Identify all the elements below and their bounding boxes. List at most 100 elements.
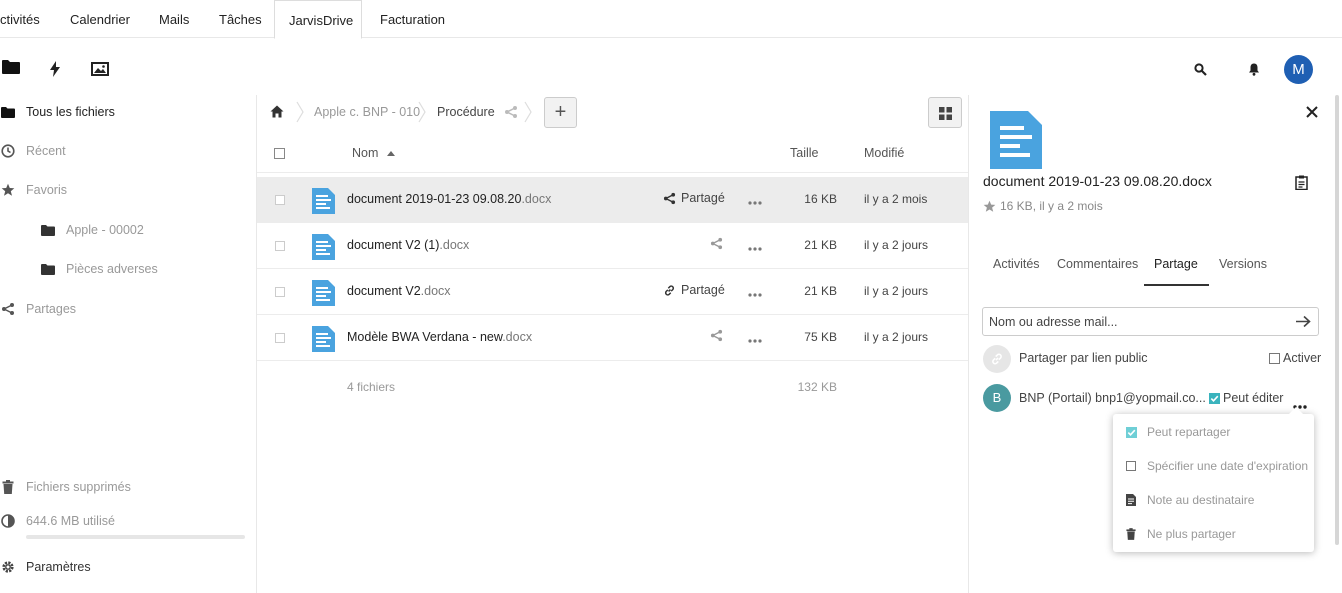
table-row[interactable]: document 2019-01-23 09.08.20.docx Partag… [257,177,968,223]
file-modified: il y a 2 jours [864,330,929,344]
file-name[interactable]: document 2019-01-23 09.08.20.docx [347,192,551,206]
nav-settings[interactable]: Paramètres [0,557,91,577]
tab-taches[interactable]: Tâches [219,0,262,38]
nav-shares[interactable]: Partages [0,299,76,319]
nav-favorites[interactable]: Favoris [0,180,67,200]
file-modified: il y a 2 jours [864,284,929,298]
app-toolbar [0,38,1342,95]
notification-bell-icon[interactable] [1248,63,1260,79]
files-folder-icon[interactable] [2,60,20,77]
new-file-button[interactable]: + [544,97,577,128]
file-name[interactable]: Modèle BWA Verdana - new.docx [347,330,532,344]
folder-icon [40,222,56,238]
document-icon [312,188,335,217]
public-link-toggle[interactable]: Activer [1269,351,1321,365]
document-icon [312,280,335,309]
active-tab-indicator [1144,284,1209,286]
select-all-checkbox[interactable] [274,148,285,159]
close-icon[interactable] [1306,106,1318,121]
table-row[interactable]: Modèle BWA Verdana - new.docx 75 KB il y… [257,315,968,361]
column-size[interactable]: Taille [790,146,819,160]
table-row[interactable]: document V2 (1).docx 21 KB il y a 2 jour… [257,223,968,269]
checkbox-checked-icon [1125,426,1137,438]
breadcrumb: Apple c. BNP - 010 Procédure + [257,95,968,131]
breadcrumb-current[interactable]: Procédure [437,105,495,119]
table-row[interactable]: document V2.docx Partagé 21 KB il y a 2 … [257,269,968,315]
nav-favorite-pieces[interactable]: Pièces adverses [40,259,158,279]
document-icon [312,234,335,263]
file-name[interactable]: document V2.docx [347,284,451,298]
public-link-avatar [983,345,1011,373]
menu-item-unshare[interactable]: Ne plus partager [1125,525,1236,543]
sidebar-file-name: document 2019-01-23 09.08.20.docx [983,173,1212,189]
sidebar-tab-commentaires[interactable]: Commentaires [1057,257,1138,271]
star-icon [0,182,16,198]
file-name[interactable]: document V2 (1).docx [347,238,469,252]
user-avatar[interactable]: M [1284,55,1313,84]
document-icon [312,326,335,355]
share-search-input[interactable] [982,307,1319,336]
file-modified: il y a 2 mois [864,192,928,206]
sidebar-tab-activites[interactable]: Activités [993,257,1040,271]
menu-item-note[interactable]: Note au destinataire [1125,491,1254,509]
menu-item-expiration[interactable]: Spécifier une date d'expiration [1125,457,1308,475]
nav-recent[interactable]: Récent [0,141,66,161]
tab-jarvisdrive[interactable]: JarvisDrive [274,0,362,39]
row-checkbox[interactable] [275,287,285,297]
folder-icon [40,261,56,277]
breadcrumb-separator-icon [524,101,532,123]
can-edit-toggle[interactable]: Peut éditer [1209,391,1283,405]
file-modified: il y a 2 jours [864,238,929,252]
document-preview-icon [990,111,1042,172]
public-link-label: Partager par lien public [1019,351,1148,365]
sidebar-tab-partage[interactable]: Partage [1154,257,1198,271]
grid-icon [939,107,952,120]
home-icon[interactable] [270,105,284,121]
file-list: Apple c. BNP - 010 Procédure + Nom Taill… [257,95,968,593]
column-modified[interactable]: Modifié [864,146,904,160]
clipboard-icon[interactable] [1295,175,1308,193]
tab-mails[interactable]: Mails [159,0,189,38]
tab-calendrier[interactable]: Calendrier [70,0,130,38]
file-list-header: Nom Taille Modifié [257,135,968,173]
sidebar-tab-versions[interactable]: Versions [1219,257,1267,271]
grid-view-button[interactable] [928,97,962,128]
breadcrumb-share-icon[interactable] [504,105,518,122]
checkbox-checked-icon [1209,392,1220,404]
nav-favorite-apple[interactable]: Apple - 00002 [40,220,144,240]
row-checkbox[interactable] [275,333,285,343]
share-icon [663,192,676,204]
file-count: 4 fichiers [347,380,396,394]
row-checkbox[interactable] [275,195,285,205]
nav-deleted-files[interactable]: Fichiers supprimés [0,477,131,497]
sidebar-file-meta: 16 KB, il y a 2 mois [983,199,1103,213]
link-icon [664,284,675,296]
search-icon[interactable] [1194,63,1207,79]
star-icon[interactable] [983,200,996,213]
column-name[interactable]: Nom [352,146,396,160]
breadcrumb-separator-icon [296,101,304,123]
top-navigation: ctivités Calendrier Mails Tâches JarvisD… [0,0,1342,39]
menu-item-reshare[interactable]: Peut repartager [1125,423,1230,441]
breadcrumb-item[interactable]: Apple c. BNP - 010 [314,105,420,119]
gallery-image-icon[interactable] [91,62,109,79]
file-share-action[interactable]: Partagé [663,191,725,205]
trash-icon [1125,528,1137,540]
file-list-summary: 4 fichiers 132 KB [257,363,968,394]
file-share-action[interactable]: Partagé [663,283,725,297]
nav-all-files[interactable]: Tous les fichiers [0,102,115,122]
arrow-right-icon[interactable] [1296,315,1311,331]
tab-facturation[interactable]: Facturation [380,0,445,38]
checkbox-icon [1269,352,1280,364]
activity-bolt-icon[interactable] [49,61,61,80]
pie-chart-icon [0,513,16,529]
left-navigation: Tous les fichiers Récent Favoris Apple -… [0,95,257,593]
share-options-menu: Peut repartager Spécifier une date d'exp… [1113,407,1314,552]
tab-activites[interactable]: ctivités [0,0,40,38]
row-checkbox[interactable] [275,241,285,251]
folder-icon [0,104,16,120]
file-share-action[interactable] [710,329,723,342]
sharee-label: BNP (Portail) bnp1@yopmail.co... [1019,391,1206,405]
sidebar-scrollbar[interactable] [1335,95,1339,545]
file-share-action[interactable] [710,237,723,250]
